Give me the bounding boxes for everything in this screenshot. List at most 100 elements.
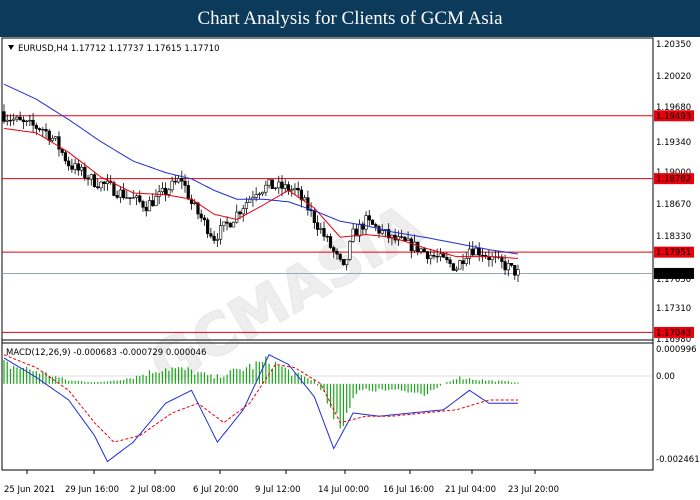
candle-body xyxy=(222,221,226,226)
x-tick-label: 6 Jul 20:00 xyxy=(193,485,239,495)
x-tick-label: 14 Jul 00:00 xyxy=(318,485,369,495)
x-tick-label: 21 Jul 04:00 xyxy=(445,485,496,495)
candle-body xyxy=(212,235,216,241)
candle-body xyxy=(454,268,459,271)
x-tick-label: 25 Jun 2021 xyxy=(4,485,55,495)
candle-body xyxy=(244,202,249,209)
x-tick-label: 29 Jun 16:00 xyxy=(65,485,119,495)
macd-line xyxy=(3,354,518,463)
candle-body xyxy=(416,241,420,252)
candle-body xyxy=(464,258,468,265)
candle-body xyxy=(193,202,197,205)
x-tick-label: 16 Jul 16:00 xyxy=(383,485,434,495)
candle-body xyxy=(115,195,119,198)
candle-body xyxy=(238,211,242,215)
candle-body xyxy=(442,253,446,258)
candle-body xyxy=(102,181,106,184)
candle-body xyxy=(18,116,22,121)
candle-body xyxy=(445,257,449,261)
candle-body xyxy=(335,250,339,255)
candle-body xyxy=(96,186,100,189)
candle-body xyxy=(8,119,13,122)
candle-body xyxy=(41,129,45,131)
candle-body xyxy=(241,208,245,215)
level-tag-label: 1.17951 xyxy=(656,248,691,258)
candle-body xyxy=(5,119,9,122)
level-tag-label: 1.19493 xyxy=(656,112,691,122)
candlestick-series xyxy=(2,104,520,282)
macd-tick-label: -0.002461 xyxy=(656,455,700,465)
y-tick-label: 1.17310 xyxy=(656,304,691,314)
y-tick-label: 1.18330 xyxy=(656,232,691,242)
candle-body xyxy=(315,222,320,230)
candle-body xyxy=(471,248,475,256)
moving-average-fast xyxy=(3,127,519,259)
candle-body xyxy=(105,180,110,184)
candle-body xyxy=(225,221,229,224)
candle-body xyxy=(273,187,278,189)
candle-body xyxy=(186,185,190,200)
candle-body xyxy=(325,236,329,238)
candle-body xyxy=(112,182,116,196)
candle-body xyxy=(160,187,165,193)
candle-body xyxy=(296,187,300,191)
candle-body xyxy=(235,211,239,223)
candle-body xyxy=(144,206,148,212)
candle-body xyxy=(50,137,55,141)
svg-text:GCMASIA: GCMASIA xyxy=(139,191,434,400)
candle-body xyxy=(70,165,74,170)
candle-body xyxy=(47,130,51,141)
candle-body xyxy=(231,221,236,228)
signal-line xyxy=(3,354,518,443)
candle-body xyxy=(134,195,139,198)
candle-body xyxy=(118,189,122,198)
candle-body xyxy=(322,228,326,237)
candle-body xyxy=(261,191,265,195)
candle-body xyxy=(31,119,35,126)
candle-body xyxy=(303,197,307,201)
candle-body xyxy=(228,222,232,228)
candle-body xyxy=(164,187,168,195)
candle-body xyxy=(435,255,439,258)
y-tick-label: 1.19340 xyxy=(656,138,691,148)
candle-body xyxy=(170,180,174,191)
time-axis: 25 Jun 2021 29 Jun 16:00 2 Jul 08:00 6 J… xyxy=(4,470,559,495)
candle-body xyxy=(147,200,152,212)
candle-body xyxy=(12,118,16,121)
x-tick-label: 23 Jul 20:00 xyxy=(508,485,559,495)
candle-body xyxy=(341,259,346,265)
candle-body xyxy=(202,217,207,221)
candle-body xyxy=(312,210,316,223)
candle-body xyxy=(367,215,371,221)
gcm-watermark: GCMASIA xyxy=(138,190,434,401)
candle-body xyxy=(377,226,381,234)
macd-tick-label: 0.000996 xyxy=(656,345,697,355)
candle-body xyxy=(63,152,68,162)
candle-body xyxy=(516,269,520,276)
candle-body xyxy=(67,160,71,167)
collapse-arrow-icon[interactable] xyxy=(8,45,14,50)
current-price-label: 1.17710 xyxy=(656,269,691,279)
macd-axis: 0.000996 0.00 -0.002461 xyxy=(656,345,700,465)
candle-body xyxy=(328,236,333,248)
candle-body xyxy=(474,247,478,256)
candle-body xyxy=(332,247,336,252)
price-axis: 1.20350 1.20020 1.19680 1.19340 1.19000 … xyxy=(656,40,691,345)
candle-body xyxy=(34,124,38,129)
candle-body xyxy=(215,238,219,241)
candle-body xyxy=(400,236,404,238)
candle-body xyxy=(28,119,32,122)
macd-info: MACD(12,26,9) -0.000683 -0.000729 0.0000… xyxy=(6,348,206,358)
candle-body xyxy=(357,223,362,237)
candle-body xyxy=(403,236,407,241)
candle-body xyxy=(183,180,187,186)
candle-body xyxy=(364,215,368,230)
candle-body xyxy=(509,263,514,266)
candle-body xyxy=(2,111,6,122)
candle-body xyxy=(83,166,87,179)
candle-body xyxy=(506,263,510,271)
candle-body xyxy=(448,259,452,264)
candle-body xyxy=(199,213,203,219)
x-tick-label: 2 Jul 08:00 xyxy=(130,485,176,495)
candle-body xyxy=(267,179,271,186)
